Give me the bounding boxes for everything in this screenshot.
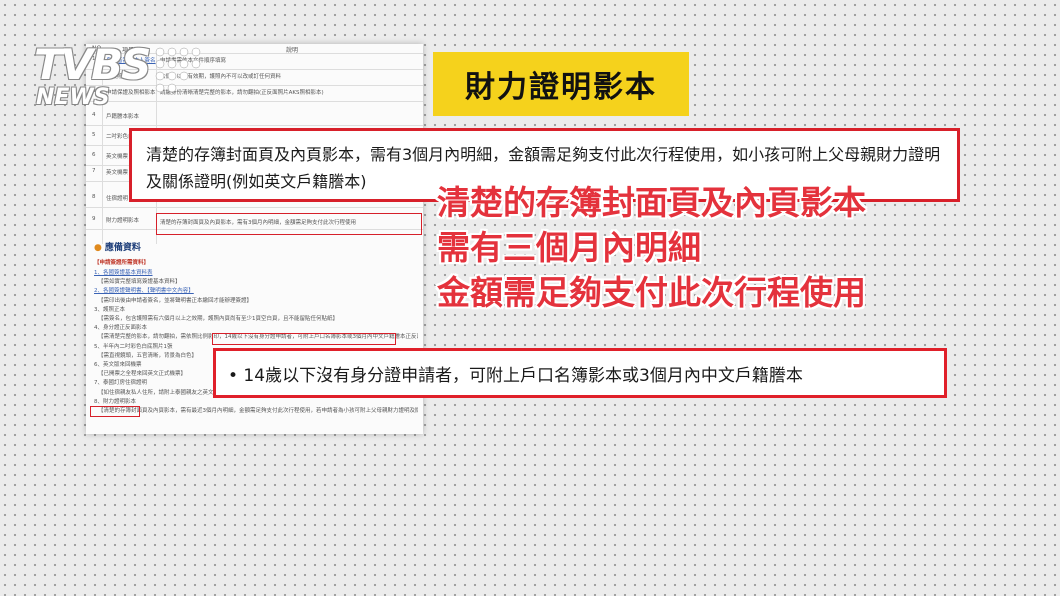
list-item-detail: 【需直視鏡頭，五官清晰，背景為白色】 xyxy=(98,352,198,359)
doc-highlight-box xyxy=(90,406,140,417)
doc-row-number: 6 xyxy=(92,152,96,158)
page-title: 財力證明影本 xyxy=(433,52,689,116)
dot-pattern-icon xyxy=(155,47,201,93)
zoom-callout-id: • 14歲以下沒有身分證申請者，可附上戶口名簿影本或3個月內中文戶籍謄本 xyxy=(213,348,947,398)
list-item[interactable]: 1、各國簽證基本資料表 xyxy=(94,268,153,276)
list-item: 7、泰國訂房住宿證明 xyxy=(94,380,147,387)
list-item: 6、英文版來回機票 xyxy=(94,362,142,368)
doc-row-number: 7 xyxy=(92,168,96,174)
doc-highlight-box xyxy=(156,213,422,235)
doc-row-item: 住宿證明 xyxy=(106,196,129,202)
section-heading: ● 應備資料 xyxy=(94,243,141,253)
doc-row-number: 9 xyxy=(92,216,96,222)
circle-bullet-icon: ● xyxy=(94,243,102,253)
caption-line: 清楚的存簿封面頁及內頁影本 xyxy=(437,183,866,222)
tvbs-logo: TVBS NEWS xyxy=(30,40,201,115)
doc-row-item: 財力證明影本 xyxy=(106,218,140,224)
table-divider xyxy=(86,125,423,126)
caption-line: 金額需足夠支付此次行程使用 xyxy=(437,273,866,312)
logo-sub-text: NEWS xyxy=(36,85,110,110)
table-divider xyxy=(86,207,423,208)
caption-overlay: 清楚的存簿封面頁及內頁影本 需有三個月內明細 金額需足夠支付此次行程使用 xyxy=(437,180,917,315)
doc-row-number: 5 xyxy=(92,132,96,138)
list-item: 5、半年內二吋彩色白底照片1張 xyxy=(94,343,173,350)
list-item[interactable]: 2、各國簽證聲明書、【聲明書中文內容】 xyxy=(94,286,194,294)
logo-main-text: TVBS xyxy=(34,40,151,89)
list-item-detail: 【需如實完整填寫簽證基本資料】 xyxy=(98,279,181,286)
list-item-detail: 【需簽名，包含護照需有六個月以上之效期，護照內頁尚有至少1頁空白頁，且不能留貼任… xyxy=(98,316,339,322)
list-item-detail: 【清楚的存簿封面頁及內頁影本，需有最近3個月內明細，金額需足夠支付此次行程使用，… xyxy=(98,408,418,414)
doc-row-number: 8 xyxy=(92,194,96,200)
caption-line: 需有三個月內明細 xyxy=(437,228,701,267)
list-item: 3、護照正本 xyxy=(94,306,125,313)
list-item: 4、身分證正反面影本 xyxy=(94,325,147,332)
list-item-detail: 【需印出後由申請者簽名，並將聲明書正本繳回才能辦理簽證】 xyxy=(98,297,253,304)
doc-row-item: 英文機票 xyxy=(106,170,129,176)
list-item: 8、財力證明影本 xyxy=(94,398,136,405)
doc-highlight-box xyxy=(212,333,396,345)
list-heading: 【申請簽證所需資料】 xyxy=(94,260,150,266)
doc-row-item: 英文機票 xyxy=(106,154,129,160)
list-item-detail: 【已開票之全程來回英文正式機票】 xyxy=(98,371,187,378)
